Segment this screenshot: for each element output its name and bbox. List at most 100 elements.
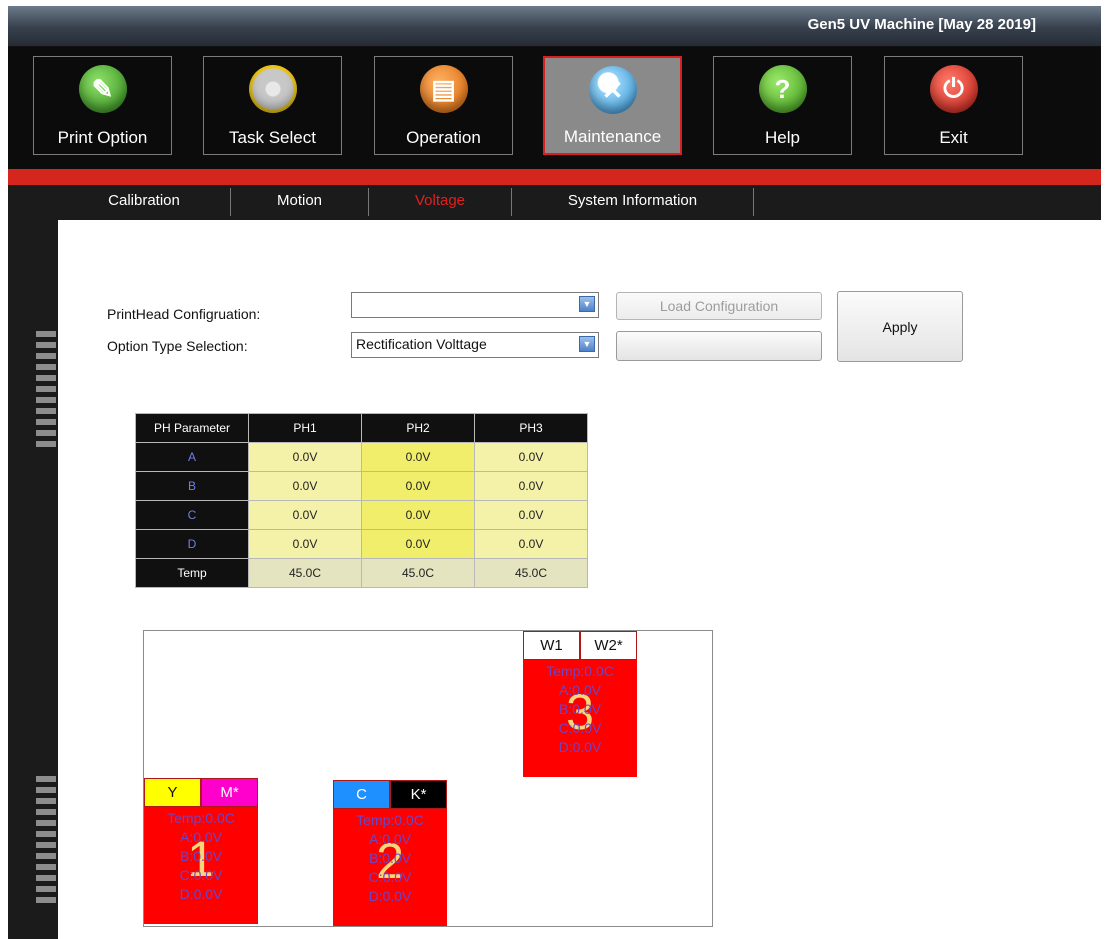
temp-readout: Temp:0.0C bbox=[546, 663, 614, 679]
voltage-panel: PrintHead Configruation: ▼ Load Configur… bbox=[58, 220, 1101, 939]
window-title: Gen5 UV Machine [May 28 2019] bbox=[807, 16, 1036, 33]
row-header: Temp bbox=[135, 558, 249, 588]
table-cell[interactable]: 0.0V bbox=[248, 442, 362, 472]
voltage-readout: B:0.0V bbox=[179, 848, 223, 864]
voltage-readout: A:0.0V bbox=[368, 831, 412, 847]
printhead-1[interactable]: Y M* 1 Temp:0.0C A:0.0V B:0.0V C:0.0V D:… bbox=[144, 778, 258, 924]
row-header: A bbox=[135, 442, 249, 472]
printhead-layout-panel: W1 W2* 3 Temp:0.0C A:0.0V B:0.0V C:0.0V … bbox=[143, 630, 713, 927]
temp-readout: Temp:0.0C bbox=[356, 812, 424, 828]
table-row: A 0.0V 0.0V 0.0V bbox=[135, 442, 588, 472]
printhead-colors: Y M* bbox=[144, 778, 258, 807]
voltage-readout: C:0.0V bbox=[368, 869, 412, 885]
operation-label: Operation bbox=[406, 128, 481, 147]
printhead-config-select[interactable]: ▼ bbox=[351, 292, 599, 318]
chevron-down-icon: ▼ bbox=[579, 296, 595, 312]
main-toolbar: ✎ Print Option Task Select ▤ Operation ✕… bbox=[8, 47, 1101, 172]
voltage-readout: C:0.0V bbox=[558, 720, 602, 736]
task-select-button[interactable]: Task Select bbox=[203, 56, 342, 155]
table-cell: 45.0C bbox=[474, 558, 588, 588]
print-option-button[interactable]: ✎ Print Option bbox=[33, 56, 172, 155]
sidebar-grip-bottom[interactable] bbox=[36, 776, 56, 908]
printhead-2[interactable]: C K* 2 Temp:0.0C A:0.0V B:0.0V C:0.0V D:… bbox=[333, 780, 447, 926]
printer-icon: ▤ bbox=[419, 65, 468, 113]
column-header: PH3 bbox=[474, 413, 588, 443]
table-cell[interactable]: 0.0V bbox=[474, 442, 588, 472]
exit-label: Exit bbox=[939, 128, 968, 147]
sidebar-grip-top[interactable] bbox=[36, 331, 56, 452]
voltage-readout: A:0.0V bbox=[558, 682, 602, 698]
tab-system-information[interactable]: System Information bbox=[512, 188, 754, 216]
table-cell: 45.0C bbox=[248, 558, 362, 588]
printhead-colors: W1 W2* bbox=[523, 631, 637, 660]
accent-bar bbox=[8, 169, 1101, 185]
temp-readout: Temp:0.0C bbox=[167, 810, 235, 826]
voltage-readout: D:0.0V bbox=[558, 739, 602, 755]
color-chip: W1 bbox=[523, 631, 580, 660]
tab-motion[interactable]: Motion bbox=[231, 188, 369, 216]
voltage-parameter-table: PH Parameter PH1 PH2 PH3 A 0.0V 0.0V 0.0… bbox=[135, 413, 588, 588]
load-configuration-button[interactable]: Load Configuration bbox=[616, 292, 822, 320]
tools-icon: ✕ bbox=[588, 66, 637, 114]
voltage-readout: A:0.0V bbox=[179, 829, 223, 845]
table-header-row: PH Parameter PH1 PH2 PH3 bbox=[135, 413, 588, 443]
chevron-down-icon: ▼ bbox=[579, 336, 595, 352]
option-type-label: Option Type Selection: bbox=[107, 338, 248, 354]
help-button[interactable]: ? Help bbox=[713, 56, 852, 155]
printhead-3[interactable]: W1 W2* 3 Temp:0.0C A:0.0V B:0.0V C:0.0V … bbox=[523, 631, 637, 777]
table-cell[interactable]: 0.0V bbox=[248, 471, 362, 501]
tab-calibration[interactable]: Calibration bbox=[58, 188, 231, 216]
table-row-temp: Temp 45.0C 45.0C 45.0C bbox=[135, 558, 588, 588]
print-option-icon: ✎ bbox=[78, 65, 127, 113]
table-row: C 0.0V 0.0V 0.0V bbox=[135, 500, 588, 530]
table-cell[interactable]: 0.0V bbox=[361, 500, 475, 530]
tab-voltage[interactable]: Voltage bbox=[369, 188, 512, 216]
app-window: Gen5 UV Machine [May 28 2019] ✎ Print Op… bbox=[8, 6, 1101, 939]
table-cell[interactable]: 0.0V bbox=[474, 471, 588, 501]
maintenance-label: Maintenance bbox=[563, 127, 662, 146]
help-icon: ? bbox=[758, 65, 807, 113]
title-bar: Gen5 UV Machine [May 28 2019] bbox=[8, 6, 1101, 47]
task-select-label: Task Select bbox=[229, 128, 316, 147]
table-row: B 0.0V 0.0V 0.0V bbox=[135, 471, 588, 501]
column-header: PH1 bbox=[248, 413, 362, 443]
disc-icon bbox=[248, 65, 297, 113]
color-chip: C bbox=[333, 780, 390, 809]
table-cell[interactable]: 0.0V bbox=[361, 442, 475, 472]
table-row: D 0.0V 0.0V 0.0V bbox=[135, 529, 588, 559]
printhead-config-label: PrintHead Configruation: bbox=[107, 306, 261, 322]
voltage-readout: B:0.0V bbox=[558, 701, 602, 717]
secondary-action-button[interactable] bbox=[616, 331, 822, 361]
printhead-readout: 1 Temp:0.0C A:0.0V B:0.0V C:0.0V D:0.0V bbox=[144, 807, 258, 924]
help-label: Help bbox=[765, 128, 800, 147]
column-header: PH Parameter bbox=[135, 413, 249, 443]
table-cell: 45.0C bbox=[361, 558, 475, 588]
printhead-readout: 3 Temp:0.0C A:0.0V B:0.0V C:0.0V D:0.0V bbox=[523, 660, 637, 777]
exit-button[interactable]: ⏻ Exit bbox=[884, 56, 1023, 155]
apply-button[interactable]: Apply bbox=[837, 291, 963, 362]
voltage-readout: C:0.0V bbox=[179, 867, 223, 883]
table-cell[interactable]: 0.0V bbox=[361, 529, 475, 559]
column-header: PH2 bbox=[361, 413, 475, 443]
table-cell[interactable]: 0.0V bbox=[248, 500, 362, 530]
voltage-readout: D:0.0V bbox=[179, 886, 223, 902]
row-header: B bbox=[135, 471, 249, 501]
power-icon: ⏻ bbox=[929, 65, 978, 113]
table-cell[interactable]: 0.0V bbox=[248, 529, 362, 559]
print-option-label: Print Option bbox=[57, 128, 148, 147]
operation-button[interactable]: ▤ Operation bbox=[374, 56, 513, 155]
voltage-readout: D:0.0V bbox=[368, 888, 412, 904]
row-header: C bbox=[135, 500, 249, 530]
row-header: D bbox=[135, 529, 249, 559]
maintenance-button[interactable]: ✕ Maintenance bbox=[543, 56, 682, 155]
table-cell[interactable]: 0.0V bbox=[474, 529, 588, 559]
option-type-value: Rectification Volttage bbox=[356, 336, 487, 352]
printhead-colors: C K* bbox=[333, 780, 447, 809]
option-type-select[interactable]: Rectification Volttage ▼ bbox=[351, 332, 599, 358]
color-chip: K* bbox=[390, 780, 447, 809]
color-chip: W2* bbox=[580, 631, 637, 660]
color-chip: Y bbox=[144, 778, 201, 807]
table-cell[interactable]: 0.0V bbox=[361, 471, 475, 501]
printhead-readout: 2 Temp:0.0C A:0.0V B:0.0V C:0.0V D:0.0V bbox=[333, 809, 447, 926]
table-cell[interactable]: 0.0V bbox=[474, 500, 588, 530]
